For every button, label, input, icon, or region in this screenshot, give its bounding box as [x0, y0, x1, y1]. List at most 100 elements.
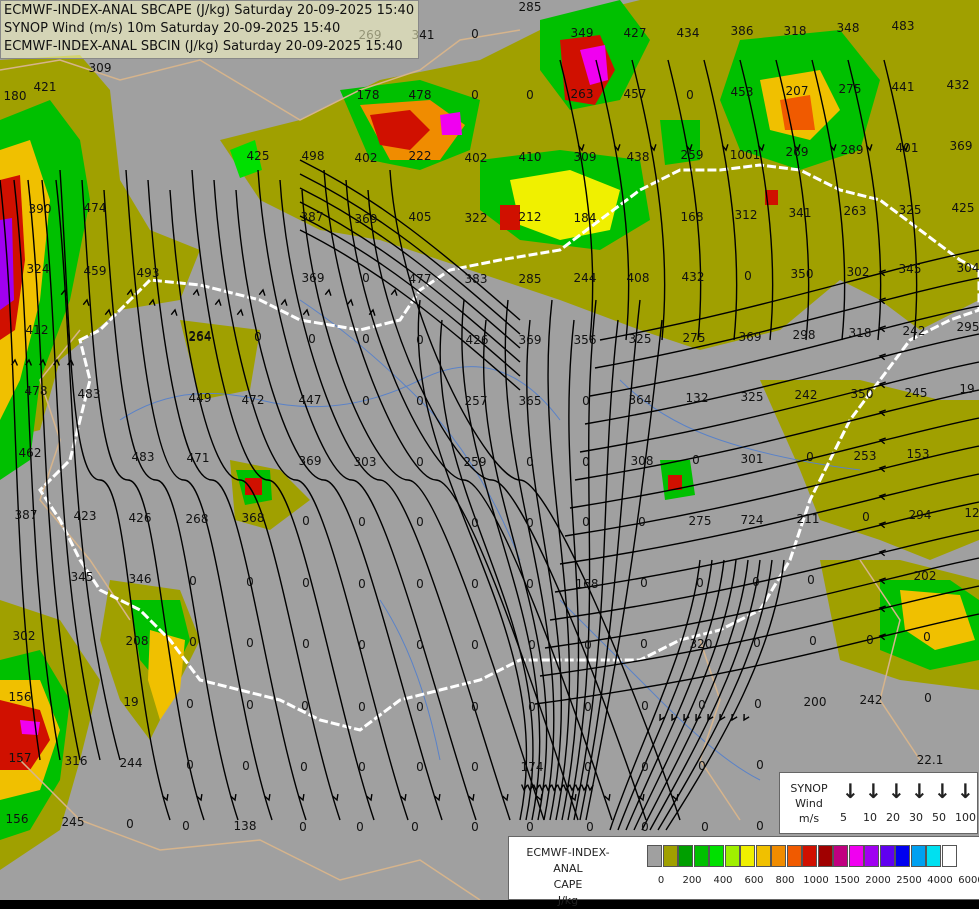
station-value: 275	[683, 331, 706, 345]
station-value: 483	[78, 387, 101, 401]
station-value: 22.1	[917, 753, 944, 767]
cape-legend-tick: 400	[713, 875, 733, 886]
station-value: 432	[682, 270, 705, 284]
station-value: 462	[19, 446, 42, 460]
cape-legend-swatch	[864, 845, 879, 867]
station-value: 0	[246, 698, 254, 712]
station-value: 434	[677, 26, 700, 40]
station-value: 0	[806, 450, 814, 464]
station-value: 0	[924, 691, 932, 705]
cape-legend-swatch	[802, 845, 817, 867]
station-value: 341	[789, 206, 812, 220]
station-value: 0	[526, 516, 534, 530]
station-value: 156	[6, 812, 29, 826]
cape-legend-tick: 2500	[896, 875, 922, 886]
station-value: 180	[4, 89, 27, 103]
cape-legend-title-line1: ECMWF-INDEX-ANAL	[526, 846, 610, 875]
station-value: 426	[466, 333, 489, 347]
station-value: 0	[528, 638, 536, 652]
station-value: 426	[129, 511, 152, 525]
map-header: ECMWF-INDEX-ANAL SBCAPE (J/kg) Saturday …	[0, 0, 420, 59]
station-value: 0	[471, 820, 479, 834]
wind-legend-arrow-icon: ↓	[911, 779, 928, 803]
station-value: 350	[851, 387, 874, 401]
station-value: 0	[756, 819, 764, 833]
station-value: 302	[13, 629, 36, 643]
station-value: 724	[741, 513, 764, 527]
cape-legend-swatch	[740, 845, 755, 867]
station-value: 208	[126, 634, 149, 648]
station-value: 308	[631, 454, 654, 468]
station-value: 242	[795, 388, 818, 402]
station-value: 0	[300, 760, 308, 774]
station-value: 320	[690, 637, 713, 651]
cape-legend-swatch	[941, 845, 957, 867]
station-value: 0	[186, 697, 194, 711]
cape-legend-swatch	[817, 845, 833, 867]
station-value: 0	[526, 88, 534, 102]
station-value: 157	[9, 751, 32, 765]
station-value: 325	[899, 203, 922, 217]
station-value: 425	[952, 201, 975, 215]
station-value: 242	[903, 324, 926, 338]
station-value: 493	[137, 266, 160, 280]
station-value: 369	[739, 330, 762, 344]
station-value: 318	[849, 326, 872, 340]
wind-legend-arrow-icon: ↓	[865, 779, 882, 803]
cape-legend-title-line2: CAPE	[553, 878, 583, 891]
station-value: 257	[465, 394, 488, 408]
station-value: 0	[416, 333, 424, 347]
wind-legend-value: 20	[886, 811, 900, 824]
station-value: 438	[627, 150, 650, 164]
station-value: 483	[892, 19, 915, 33]
station-value: 0	[416, 455, 424, 469]
header-line-wind: SYNOP Wind (m/s) 10m Saturday 20-09-2025…	[4, 21, 341, 36]
station-value: 441	[892, 80, 915, 94]
station-value: 302	[847, 265, 870, 279]
cape-legend-tick: 1000	[803, 875, 829, 886]
station-value: 316	[65, 754, 88, 768]
cape-legend-swatch	[755, 845, 771, 867]
station-value: 364	[629, 393, 652, 407]
station-value: 0	[182, 819, 190, 833]
cape-legend-tick: 200	[682, 875, 702, 886]
station-value: 244	[574, 271, 597, 285]
station-value: 0	[584, 638, 592, 652]
station-value: 253	[854, 449, 877, 463]
wind-legend-value: 30	[909, 811, 923, 824]
station-value: 12	[964, 506, 979, 520]
station-value: 0	[692, 453, 700, 467]
station-value: 0	[246, 636, 254, 650]
station-value: 0	[641, 760, 649, 774]
cape-legend-tick: 2000	[865, 875, 891, 886]
station-value: 0	[242, 759, 250, 773]
station-value: 346	[129, 572, 152, 586]
station-value: 0	[302, 637, 310, 651]
station-value: 275	[689, 514, 712, 528]
station-value: 211	[797, 512, 820, 526]
station-value: 0	[189, 635, 197, 649]
station-value: 0	[358, 577, 366, 591]
cape-legend: ECMWF-INDEX-ANAL CAPE J/kg 0 200 400 600 800…	[508, 836, 979, 907]
station-value: 0	[299, 820, 307, 834]
station-value: 401	[896, 141, 919, 155]
station-value: 0	[640, 637, 648, 651]
station-value: 453	[731, 85, 754, 99]
station-value: 0	[358, 700, 366, 714]
wind-legend-title-line2: Wind	[795, 797, 823, 810]
station-value: 268	[186, 512, 209, 526]
header-line-cin: ECMWF-INDEX-ANAL SBCIN (J/kg) Saturday 2…	[4, 39, 403, 54]
station-value: 350	[791, 267, 814, 281]
station-value: 259	[464, 455, 487, 469]
wind-legend-arrow-icon: ↓	[934, 779, 951, 803]
station-value: 0	[923, 630, 931, 644]
station-value: 386	[731, 24, 754, 38]
station-value: 0	[356, 820, 364, 834]
weather-map: 421 309 180 390 474 324 459 493 412 264 0 478 483 449…	[0, 0, 979, 900]
station-value: 0	[362, 332, 370, 346]
station-value: 0	[641, 820, 649, 834]
station-value: 405	[409, 210, 432, 224]
station-value: 0	[698, 698, 706, 712]
cape-legend-title-line3: J/kg	[557, 894, 579, 907]
station-value: 0	[358, 638, 366, 652]
